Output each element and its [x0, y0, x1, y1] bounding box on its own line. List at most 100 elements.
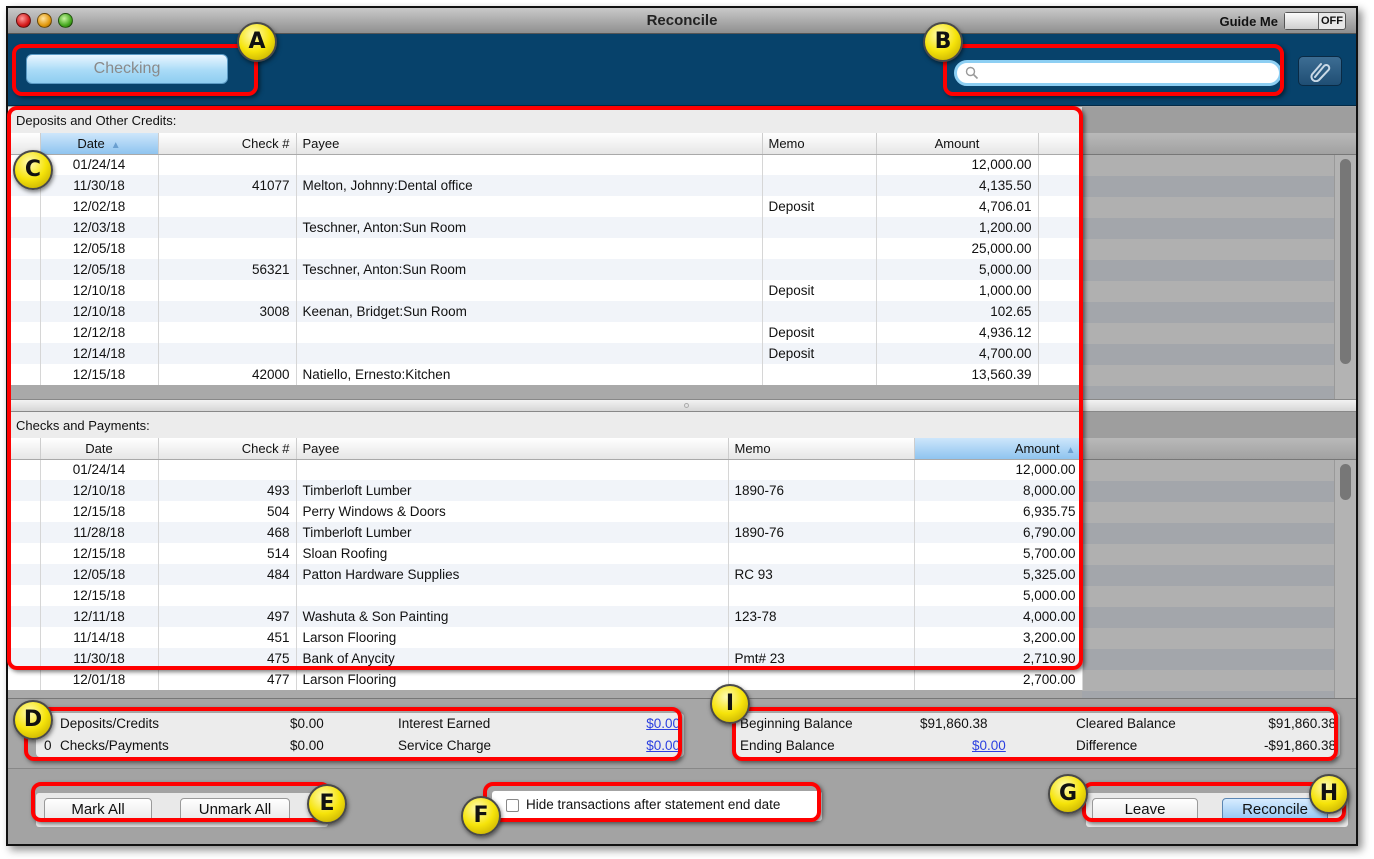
title-bar: Reconcile Guide Me OFF [8, 8, 1356, 34]
table-row[interactable]: 12/15/18 5,000.00 [8, 585, 1083, 606]
extra-cell [1038, 154, 1083, 175]
checks-scrollbar[interactable] [1334, 460, 1356, 698]
mark-cell[interactable] [8, 543, 41, 564]
extra-cell [1038, 343, 1083, 364]
payee-cell: Timberloft Lumber [296, 522, 729, 543]
column-header-check[interactable]: Check # [158, 133, 297, 155]
extra-cell [1038, 175, 1083, 196]
table-row[interactable]: 12/05/18 25,000.00 [8, 238, 1083, 259]
date-cell: 12/12/18 [40, 322, 159, 343]
check-number-cell [158, 459, 297, 480]
cleared-balance-value: $91,860.38 [1268, 716, 1336, 731]
table-row[interactable]: 11/30/18 41077 Melton, Johnny:Dental offic… [8, 175, 1083, 196]
table-row[interactable]: 12/10/18 3008 Keenan, Bridget:Sun Room 102.… [8, 301, 1083, 322]
table-row[interactable]: 01/24/14 12,000.00 [8, 154, 1083, 175]
mark-cell[interactable] [8, 217, 41, 238]
mark-cell[interactable] [8, 238, 41, 259]
deposits-pane: Deposits and Other Credits: Date ▲ Check … [8, 107, 1356, 399]
mark-cell[interactable] [8, 280, 41, 301]
payee-cell: Keenan, Bridget:Sun Room [296, 301, 763, 322]
checks-grid: Date Check # Payee Memo Amount ▲ 01/24/14… [8, 438, 1356, 698]
column-header-payee[interactable]: Payee [296, 438, 729, 460]
checks-table: Date Check # Payee Memo Amount ▲ 01/24/14… [8, 438, 1083, 690]
unmark-all-button[interactable]: Unmark All [180, 798, 290, 822]
mark-cell[interactable] [8, 585, 41, 606]
table-row[interactable]: 12/02/18 Deposit 4,706.01 [8, 196, 1083, 217]
mark-cell[interactable] [8, 343, 41, 364]
attach-button[interactable] [1298, 56, 1342, 86]
date-cell: 12/03/18 [40, 217, 159, 238]
guide-me-label: Guide Me [1219, 14, 1278, 29]
mark-cell[interactable] [8, 564, 41, 585]
column-header-date[interactable]: Date ▲ [40, 133, 159, 155]
search-field[interactable] [954, 60, 1282, 86]
deposits-scroll-thumb[interactable] [1340, 159, 1351, 364]
mark-cell[interactable] [8, 364, 41, 385]
table-row[interactable]: 12/05/18 56321 Teschner, Anton:Sun Room 5,0… [8, 259, 1083, 280]
column-header-amount[interactable]: Amount [876, 133, 1039, 155]
payee-cell: Teschner, Anton:Sun Room [296, 259, 763, 280]
table-row[interactable]: 12/12/18 Deposit 4,936.12 [8, 322, 1083, 343]
table-row[interactable]: 12/14/18 Deposit 4,700.00 [8, 343, 1083, 364]
table-row[interactable]: 12/10/18 Deposit 1,000.00 [8, 280, 1083, 301]
mark-cell[interactable] [8, 669, 41, 690]
account-selector-button[interactable]: Checking [26, 54, 228, 84]
deposits-scrollbar[interactable] [1334, 155, 1356, 399]
column-header-date[interactable]: Date [40, 438, 159, 460]
mark-all-button[interactable]: Mark All [44, 798, 152, 822]
column-header-memo[interactable]: Memo [728, 438, 915, 460]
guide-me-state: OFF [1321, 15, 1343, 27]
column-header-payee[interactable]: Payee [296, 133, 763, 155]
mark-cell[interactable] [8, 501, 41, 522]
mark-cell[interactable] [8, 648, 41, 669]
mark-cell[interactable] [8, 259, 41, 280]
interest-earned-link[interactable]: $0.00 [646, 716, 680, 731]
mark-cell[interactable] [8, 196, 41, 217]
table-row[interactable]: 12/15/18 42000 Natiello, Ernesto:Kitchen 13… [8, 364, 1083, 385]
table-row[interactable]: 12/11/18 497 Washuta & Son Painting 123-78 4… [8, 606, 1083, 627]
marked-totals: 0 Deposits/Credits $0.00 Interest Earned… [36, 713, 684, 757]
mark-column-header[interactable] [8, 438, 41, 460]
mark-cell[interactable] [8, 606, 41, 627]
table-row[interactable]: 12/15/18 514 Sloan Roofing 5,700.00 [8, 543, 1083, 564]
column-header-amount[interactable]: Amount ▲ [914, 438, 1083, 460]
memo-cell: 123-78 [728, 606, 915, 627]
service-charge-link[interactable]: $0.00 [646, 738, 680, 753]
deposits-label: Deposits/Credits [60, 716, 160, 731]
payee-cell: Teschner, Anton:Sun Room [296, 217, 763, 238]
table-row[interactable]: 11/14/18 451 Larson Flooring 3,200.00 [8, 627, 1083, 648]
table-row[interactable]: 11/30/18 475 Bank of Anycity Pmt# 23 2,710.9… [8, 648, 1083, 669]
mark-cell[interactable] [8, 522, 41, 543]
payee-cell [296, 238, 763, 259]
checks-pane: Checks and Payments: Date Check # Payee … [8, 412, 1356, 698]
deposits-header-row: Date ▲ Check # Payee Memo Amount [8, 133, 1083, 155]
leave-button[interactable]: Leave [1092, 798, 1198, 822]
mark-cell[interactable] [8, 627, 41, 648]
table-row[interactable]: 11/28/18 468 Timberloft Lumber 1890-76 6,790… [8, 522, 1083, 543]
table-row[interactable]: 12/01/18 477 Larson Flooring 2,700.00 [8, 669, 1083, 690]
amount-cell: 6,935.75 [914, 501, 1083, 522]
checks-scroll-thumb[interactable] [1340, 464, 1351, 500]
mark-cell[interactable] [8, 301, 41, 322]
payee-cell [296, 459, 729, 480]
hide-transactions-checkbox[interactable] [506, 799, 519, 812]
pane-splitter[interactable] [8, 399, 1356, 412]
column-header-check[interactable]: Check # [158, 438, 297, 460]
table-row[interactable]: 12/15/18 504 Perry Windows & Doors 6,935.75 [8, 501, 1083, 522]
difference-value: -$91,860.38 [1263, 738, 1336, 753]
check-number-cell: 451 [158, 627, 297, 648]
mark-cell[interactable] [8, 322, 41, 343]
mark-cell[interactable] [8, 459, 41, 480]
date-cell: 11/30/18 [40, 175, 159, 196]
search-input[interactable] [985, 63, 1271, 83]
ending-balance-link[interactable]: $0.00 [972, 738, 1006, 753]
mark-cell[interactable] [8, 480, 41, 501]
hide-transactions-label[interactable]: Hide transactions after statement end da… [526, 797, 780, 812]
table-row[interactable]: 12/03/18 Teschner, Anton:Sun Room 1,200.00 [8, 217, 1083, 238]
guide-me-toggle[interactable]: OFF [1284, 12, 1346, 30]
amount-cell: 5,000.00 [914, 585, 1083, 606]
table-row[interactable]: 01/24/14 12,000.00 [8, 459, 1083, 480]
column-header-memo[interactable]: Memo [762, 133, 877, 155]
table-row[interactable]: 12/10/18 493 Timberloft Lumber 1890-76 8,000… [8, 480, 1083, 501]
table-row[interactable]: 12/05/18 484 Patton Hardware Supplies RC 93… [8, 564, 1083, 585]
